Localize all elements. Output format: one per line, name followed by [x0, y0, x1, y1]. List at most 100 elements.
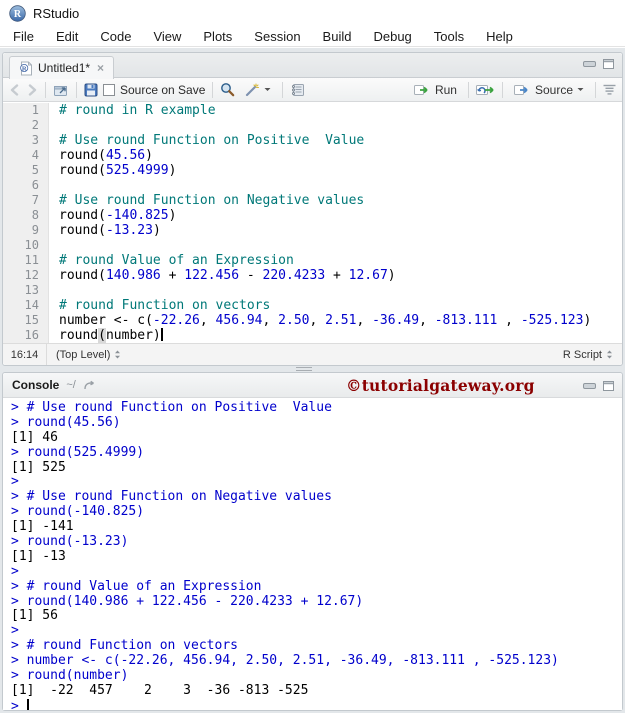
console-output-line: [1] -13: [11, 548, 66, 564]
open-in-new-window-icon[interactable]: [53, 83, 69, 97]
line-number: 1: [3, 103, 49, 118]
code-line[interactable]: 13: [3, 283, 622, 298]
maximize-pane-icon[interactable]: [603, 381, 614, 391]
minimize-pane-icon[interactable]: [583, 381, 596, 391]
code-text: # round in R example: [59, 103, 216, 118]
code-text: round(number): [59, 328, 163, 343]
file-type-selector[interactable]: R Script: [563, 349, 622, 361]
console-input-line: >: [11, 623, 27, 639]
tab-label: Untitled1*: [38, 61, 91, 75]
console-output[interactable]: > # Use round Function on Positive Value…: [3, 398, 622, 710]
code-line[interactable]: 6: [3, 178, 622, 193]
menu-item-view[interactable]: View: [142, 27, 192, 46]
rstudio-logo-icon: R: [9, 4, 26, 22]
menu-item-code[interactable]: Code: [89, 27, 142, 46]
code-line[interactable]: 1 # round in R example: [3, 103, 622, 118]
watermark: ©tutorialgateway.org: [346, 376, 535, 395]
code-line[interactable]: 10: [3, 238, 622, 253]
menu-bar: File Edit Code View Plots Session Build Debug To…: [0, 26, 625, 47]
menu-item-build[interactable]: Build: [312, 27, 363, 46]
line-number: 4: [3, 148, 49, 163]
code-text: number <- c(-22.26, 456.94, 2.50, 2.51, …: [59, 313, 592, 328]
menu-item-plots[interactable]: Plots: [192, 27, 243, 46]
code-text: # Use round Function on Negative values: [59, 193, 365, 208]
console-input-line: > round(number): [11, 668, 129, 684]
code-line[interactable]: 16 round(number): [3, 328, 622, 343]
code-line[interactable]: 8 round(-140.825): [3, 208, 622, 223]
maximize-pane-icon[interactable]: [603, 59, 614, 69]
workspace: R Untitled1* × Source on Save Run Source…: [0, 48, 625, 713]
text-cursor: [26, 698, 29, 710]
console-input-line: > round(-13.23): [11, 534, 129, 550]
code-text: round(525.4999): [59, 163, 177, 178]
line-number: 12: [3, 268, 49, 283]
code-text: # round Function on vectors: [59, 298, 271, 313]
menu-item-tools[interactable]: Tools: [423, 27, 475, 46]
menu-item-help[interactable]: Help: [475, 27, 524, 46]
document-outline-icon[interactable]: [603, 84, 616, 95]
sort-arrows-icon: [607, 350, 612, 359]
console-input-line: > # round Function on vectors: [11, 638, 238, 654]
code-line[interactable]: 9 round(-13.23): [3, 223, 622, 238]
console-output-line: [1] 46: [11, 429, 58, 445]
menu-item-session[interactable]: Session: [243, 27, 311, 46]
search-icon[interactable]: [220, 82, 235, 97]
source-tab-strip: R Untitled1* ×: [3, 53, 622, 79]
code-line[interactable]: 3 # Use round Function on Positive Value: [3, 133, 622, 148]
code-line[interactable]: 7 # Use round Function on Negative values: [3, 193, 622, 208]
tab-untitled1[interactable]: R Untitled1* ×: [9, 56, 115, 79]
run-icon: [413, 84, 428, 95]
code-line[interactable]: 4 round(45.56): [3, 148, 622, 163]
line-number: 14: [3, 298, 49, 313]
r-file-icon: R: [20, 61, 32, 75]
code-line[interactable]: 12 round(140.986 + 122.456 - 220.4233 + 1…: [3, 268, 622, 283]
console-input-line: > # Use round Function on Negative value…: [11, 489, 332, 505]
source-button[interactable]: Source: [510, 81, 588, 99]
line-number: 3: [3, 133, 49, 148]
code-tools-button[interactable]: [240, 81, 275, 99]
console-input-line: > round(525.4999): [11, 444, 145, 460]
run-label: Run: [434, 82, 457, 97]
code-line[interactable]: 14 # round Function on vectors: [3, 298, 622, 313]
compile-notebook-icon[interactable]: [290, 83, 305, 97]
chevron-down-icon: [264, 88, 271, 91]
goto-directory-icon[interactable]: [83, 380, 97, 390]
source-toolbar: Source on Save Run Source: [3, 78, 622, 102]
console-input-line: > number <- c(-22.26, 456.94, 2.50, 2.51…: [11, 653, 559, 669]
back-icon[interactable]: [9, 83, 21, 96]
console-output-line: [1] 525: [11, 459, 66, 475]
code-text: round(45.56): [59, 148, 153, 163]
menu-item-debug[interactable]: Debug: [362, 27, 422, 46]
tab-close-icon[interactable]: ×: [97, 61, 104, 75]
console-prompt[interactable]: >: [11, 698, 622, 710]
line-number: 8: [3, 208, 49, 223]
console-input-line: >: [11, 474, 27, 490]
line-number: 11: [3, 253, 49, 268]
console-input-line: > round(-140.825): [11, 504, 145, 520]
forward-icon[interactable]: [26, 83, 38, 96]
run-button[interactable]: Run: [410, 81, 461, 99]
code-line[interactable]: 11 # round Value of an Expression: [3, 253, 622, 268]
minimize-pane-icon[interactable]: [583, 59, 596, 69]
console-output-line: [1] 56: [11, 608, 58, 624]
menu-item-file[interactable]: File: [2, 27, 45, 46]
code-editor[interactable]: 1 # round in R example 2 3 # Use round Funct…: [3, 103, 622, 344]
code-line[interactable]: 5 round(525.4999): [3, 163, 622, 178]
menu-item-edit[interactable]: Edit: [45, 27, 89, 46]
code-line[interactable]: 2: [3, 118, 622, 133]
code-line[interactable]: 15 number <- c(-22.26, 456.94, 2.50, 2.51…: [3, 313, 622, 328]
console-input-line: > # round Value of an Expression: [11, 578, 262, 594]
line-number: 9: [3, 223, 49, 238]
scope-selector[interactable]: (Top Level): [47, 349, 121, 361]
chevron-down-icon: [577, 88, 584, 91]
source-on-save-checkbox[interactable]: [103, 83, 115, 96]
text-cursor: [160, 328, 163, 341]
save-icon[interactable]: [84, 83, 98, 97]
line-number: 13: [3, 283, 49, 298]
line-number: 2: [3, 118, 49, 133]
rerun-icon[interactable]: [475, 84, 495, 96]
